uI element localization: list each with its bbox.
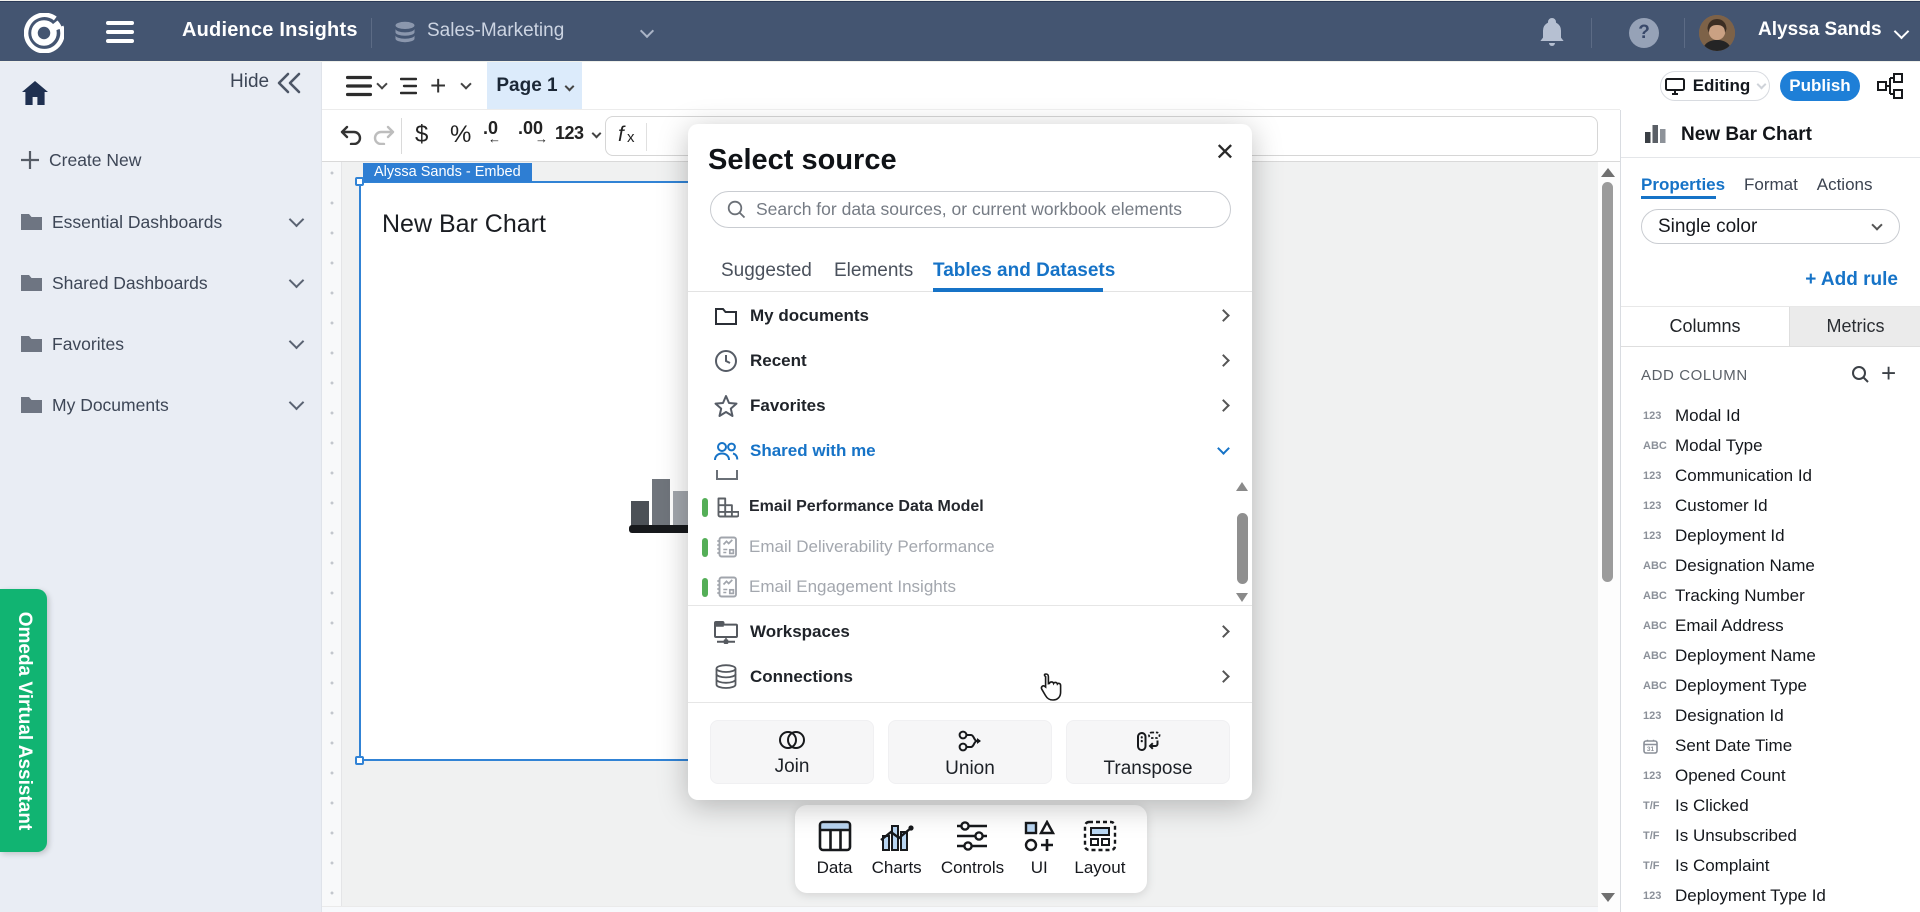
svg-text:31: 31 <box>1647 746 1655 753</box>
